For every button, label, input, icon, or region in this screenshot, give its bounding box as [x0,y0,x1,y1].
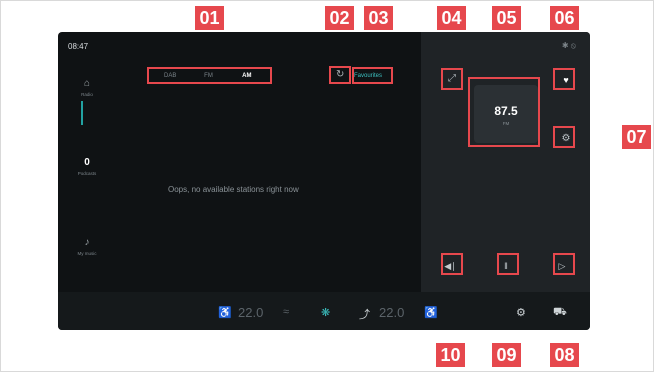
sidebar-item-label: My music [77,251,97,256]
callout-box-settings [553,126,575,148]
callout-box-previous [441,253,463,275]
callout-box-bands [147,67,272,84]
callout-box-expand [441,68,463,90]
callout-label: 03 [364,6,393,30]
podcast-icon: 0 [84,157,90,168]
manual-figure: 08:47 ✱ ⦸ ⌂ Radio 0 Podcasts ♪ My music … [0,0,654,372]
left-temperature[interactable]: 22.0 [238,305,263,320]
callout-label: 09 [492,343,521,367]
clock: 08:47 [68,42,89,51]
callout-label: 10 [436,343,465,367]
callout-label: 05 [492,6,521,30]
my-music-icon: ♪ [84,237,90,248]
callout-box-next [553,253,575,275]
radio-icon: ⌂ [83,78,91,89]
sidebar-item-podcasts[interactable]: 0 Podcasts [70,157,104,176]
active-indicator [81,101,83,125]
callout-label: 07 [622,125,651,149]
callout-box-pause [497,253,519,275]
airflow-icon[interactable]: ⤴ [359,306,370,322]
empty-station-message: Oops, no available stations right now [168,185,299,194]
climate-bar: ♿ 22.0 ≈ ❋ ⤴ 22.0 ♿ ⚙ ⛟ [58,292,590,330]
status-icons: ✱ ⦸ [561,41,576,50]
callout-box-frequency [468,77,540,147]
car-icon[interactable]: ⛟ [553,306,567,320]
callout-box-heart [553,68,575,90]
callout-label: 02 [325,6,354,30]
seat-heat-left-icon[interactable]: ♿ [218,306,232,319]
callout-label: 08 [550,343,579,367]
sidebar-item-label: Radio [81,92,93,97]
settings-gear-icon[interactable]: ⚙ [516,306,526,319]
callout-label: 01 [195,6,224,30]
sidebar-item-radio[interactable]: ⌂ Radio [70,78,104,97]
right-temperature[interactable]: 22.0 [379,305,404,320]
source-sidebar: ⌂ Radio 0 Podcasts ♪ My music [70,69,104,269]
callout-box-refresh [329,66,351,84]
sidebar-item-label: Podcasts [77,171,97,176]
fan-icon[interactable]: ❋ [321,306,330,319]
rear-defrost-icon[interactable]: ≈ [283,306,289,318]
seat-heat-right-icon[interactable]: ♿ [424,306,438,319]
callout-box-favourites [352,67,393,84]
callout-label: 06 [550,6,579,30]
sidebar-item-my-music[interactable]: ♪ My music [70,237,104,256]
callout-label: 04 [437,6,466,30]
